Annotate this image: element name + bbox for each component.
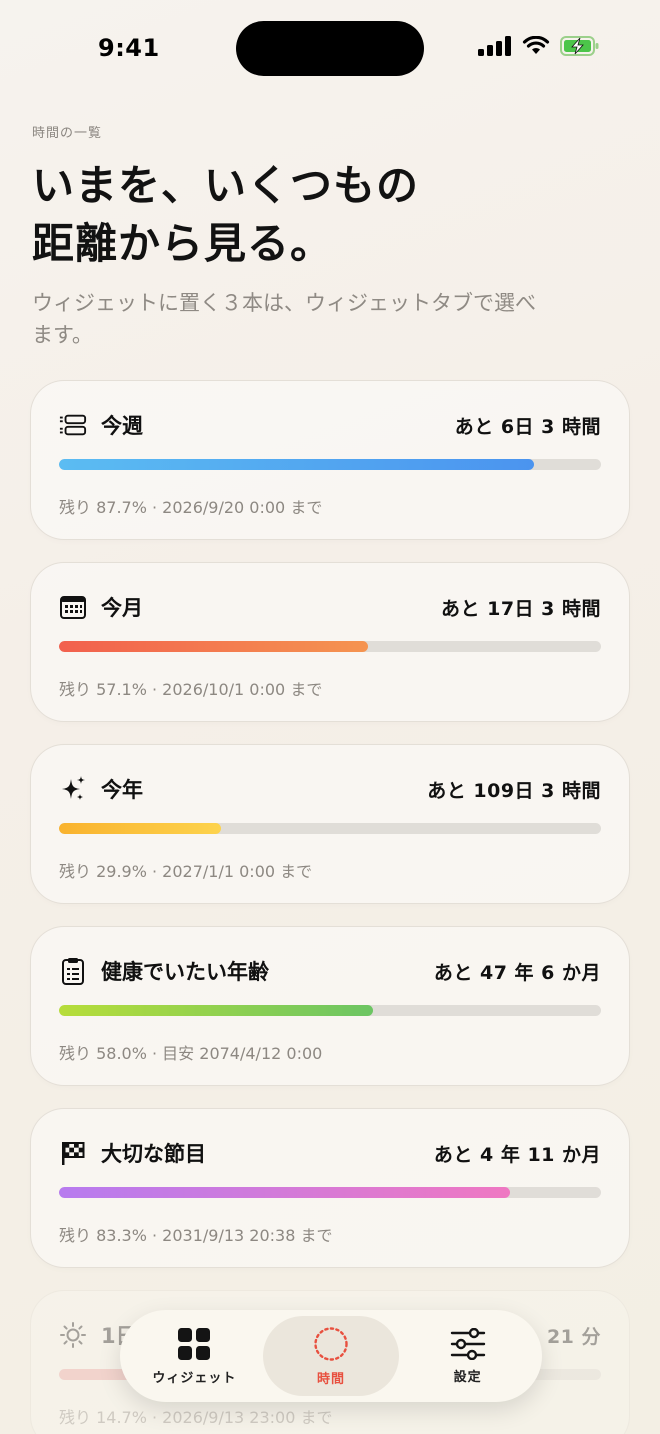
time-card-month[interactable]: 今月 あと 17日 3 時間 残り 57.1% · 2026/10/1 0:00… [30,562,630,722]
time-card-week[interactable]: 今週 あと 6日 3 時間 残り 87.7% · 2026/9/20 0:00 … [30,380,630,540]
card-remaining: あと 6日 3 時間 [454,415,601,438]
tab-label: 時間 [317,1371,346,1387]
progress-fill [59,1005,374,1016]
status-time: 9:41 [98,34,160,62]
progress-track [59,641,601,652]
time-card-milestone[interactable]: 大切な節目 あと 4 年 11 か月 残り 83.3% · 2031/9/13 … [30,1108,630,1268]
card-title: 今週 [101,414,143,438]
tab-settings[interactable]: 設定 [399,1316,536,1396]
card-detail: 残り 83.3% · 2031/9/13 20:38 まで [59,1226,333,1245]
card-detail: 残り 57.1% · 2026/10/1 0:00 まで [59,680,323,699]
time-card-year[interactable]: 今年 あと 109日 3 時間 残り 29.9% · 2027/1/1 0:00… [30,744,630,904]
progress-fill [59,641,369,652]
card-remaining: あと 47 年 6 か月 [433,961,601,984]
card-detail: 残り 29.9% · 2027/1/1 0:00 まで [59,862,313,881]
wifi-icon [522,36,550,54]
card-title: 今年 [101,778,143,802]
grid-icon [178,1327,211,1360]
page-eyebrow: 時間の一覧 [32,126,103,141]
cellular-signal-icon [478,36,511,56]
progress-fill [59,459,535,470]
time-card-list: 今週 あと 6日 3 時間 残り 87.7% · 2026/9/20 0:00 … [30,380,630,1434]
card-title: 今月 [101,596,143,620]
tab-label: ウィジェット [152,1370,237,1386]
tab-bar: ウィジェット 時間 設定 [120,1310,542,1402]
sun-icon [59,1321,87,1349]
tab-widgets[interactable]: ウィジェット [126,1316,263,1396]
card-detail: 残り 58.0% · 目安 2074/4/12 0:00 [59,1044,323,1063]
clipboard-icon [59,957,87,985]
dynamic-island [236,21,424,76]
dotted-circle-icon [314,1326,348,1361]
card-remaining: あと 109日 3 時間 [427,779,601,802]
page-subtitle: ウィジェットに置く３本は、ウィジェットタブで選べます。 [32,291,536,347]
card-header: 大切な節目 あと 4 年 11 か月 [59,1137,601,1169]
card-header: 健康でいたい年齢 あと 47 年 6 か月 [59,955,601,987]
time-card-healthy-age[interactable]: 健康でいたい年齢 あと 47 年 6 か月 残り 58.0% · 目安 2074… [30,926,630,1086]
sparkles-icon [59,775,87,803]
progress-track [59,823,601,834]
card-remaining: あと 4 年 11 か月 [433,1143,601,1166]
card-header: 今月 あと 17日 3 時間 [59,591,601,623]
battery-charging-icon [560,36,599,56]
calendar-icon [59,593,87,621]
card-remaining: 21 分 [546,1325,601,1348]
page-title: いまを、いくつもの 距離から見る。 [32,157,632,273]
card-title: 大切な節目 [101,1142,206,1166]
tab-label: 設定 [453,1369,482,1385]
status-bar: 9:41 [0,0,660,100]
status-icons [478,36,600,56]
card-detail: 残り 87.7% · 2026/9/20 0:00 まで [59,498,323,517]
page-title-line-1: いまを、いくつもの [32,161,420,210]
card-title: 健康でいたい年齢 [101,960,269,984]
progress-track [59,1187,601,1198]
sliders-icon [450,1327,485,1360]
card-header: 今週 あと 6日 3 時間 [59,409,601,441]
progress-track [59,459,601,470]
tab-time[interactable]: 時間 [262,1316,400,1396]
card-header: 今年 あと 109日 3 時間 [59,773,601,805]
progress-track [59,1005,601,1016]
page-header: 時間の一覧 いまを、いくつもの 距離から見る。 ウィジェットに置く３本は、ウィジ… [32,122,632,351]
card-remaining: あと 17日 3 時間 [440,597,601,620]
card-detail: 残り 14.7% · 2026/9/13 23:00 まで [59,1408,333,1427]
page-title-line-2: 距離から見る。 [32,219,334,268]
progress-fill [59,1187,511,1198]
checkered-flag-icon [59,1139,87,1167]
week-strips-icon [59,411,87,439]
progress-fill [59,823,222,834]
